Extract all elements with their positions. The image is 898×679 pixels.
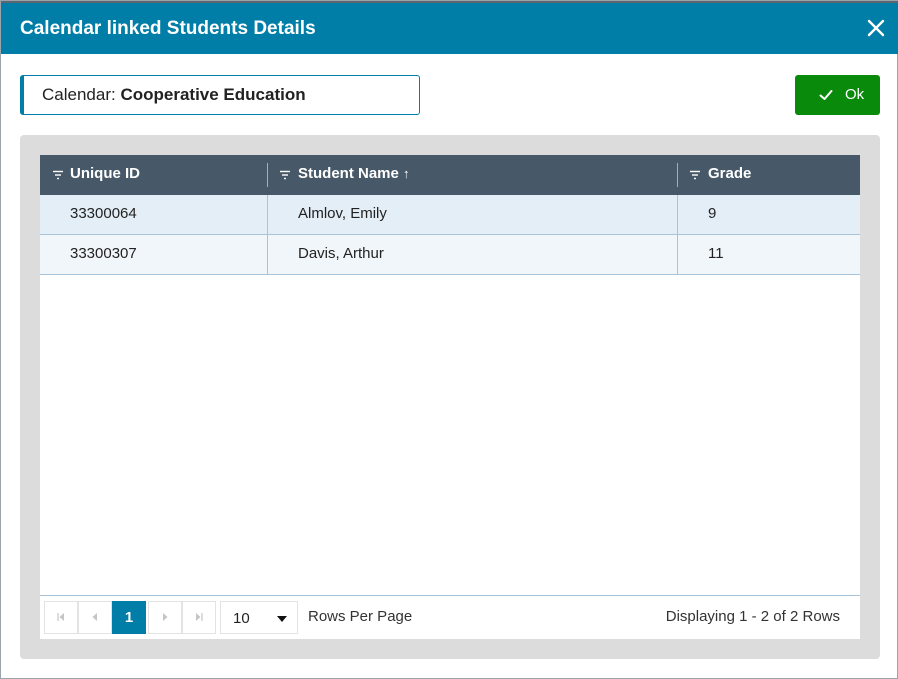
grid-header: Unique ID Student Name ↑ Grade: [40, 155, 860, 195]
table-row[interactable]: 33300307 Davis, Arthur 11: [40, 235, 860, 275]
cell-student-name: Almlov, Emily: [298, 205, 387, 222]
next-page-button[interactable]: [148, 601, 182, 634]
rows-per-page-label: Rows Per Page: [308, 608, 413, 625]
page-size-value: 10: [233, 610, 250, 627]
last-page-button[interactable]: [182, 601, 216, 634]
cell-grade: 11: [708, 245, 724, 262]
dialog: Calendar linked Students Details Calenda…: [0, 0, 898, 679]
prev-page-button[interactable]: [78, 601, 112, 634]
close-icon: [867, 19, 885, 37]
column-label-student-name: Student Name ↑: [298, 165, 410, 182]
filter-icon[interactable]: [52, 169, 64, 181]
filter-icon[interactable]: [279, 169, 291, 181]
next-page-icon: [163, 613, 168, 622]
row-divider: [677, 235, 678, 275]
page-size-select[interactable]: 10: [220, 601, 298, 634]
column-label-grade: Grade: [708, 165, 752, 182]
page-button-current[interactable]: 1: [112, 601, 146, 634]
cell-student-name: Davis, Arthur: [298, 245, 384, 262]
prev-page-icon: [92, 613, 97, 622]
column-label-unique-id: Unique ID: [70, 165, 140, 182]
ok-button-label: Ok: [845, 86, 865, 103]
cell-grade: 9: [708, 205, 717, 222]
calendar-field: Calendar: Cooperative Education: [20, 75, 420, 115]
first-page-button[interactable]: [44, 601, 78, 634]
dialog-title: Calendar linked Students Details: [20, 18, 316, 39]
sort-ascending-icon: ↑: [403, 166, 410, 181]
close-button[interactable]: [865, 17, 887, 39]
grid-panel: Unique ID Student Name ↑ Grade 33300064 …: [20, 135, 880, 659]
calendar-label-text: Calendar:: [42, 85, 116, 104]
filter-icon[interactable]: [689, 169, 701, 181]
cell-unique-id: 33300064: [70, 205, 137, 222]
pager: 1 10 Rows Per Page Displaying 1 - 2 of 2…: [40, 595, 860, 639]
titlebar: Calendar linked Students Details: [1, 3, 898, 54]
students-grid: Unique ID Student Name ↑ Grade 33300064 …: [40, 155, 860, 639]
row-divider: [267, 195, 268, 235]
display-info: Displaying 1 - 2 of 2 Rows: [665, 608, 840, 625]
column-label-student-name-text: Student Name: [298, 165, 399, 182]
table-row[interactable]: 33300064 Almlov, Emily 9: [40, 195, 860, 235]
calendar-label: Calendar: Cooperative Education: [42, 85, 306, 105]
row-divider: [677, 195, 678, 235]
chevron-down-icon: [277, 616, 287, 622]
column-header-grade[interactable]: Grade: [678, 155, 860, 195]
calendar-value: Cooperative Education: [120, 85, 306, 104]
column-header-student-name[interactable]: Student Name ↑: [268, 155, 677, 195]
column-header-unique-id[interactable]: Unique ID: [40, 155, 267, 195]
ok-button[interactable]: Ok: [795, 75, 880, 115]
cell-unique-id: 33300307: [70, 245, 137, 262]
last-page-icon: [196, 613, 203, 622]
first-page-icon: [57, 613, 64, 622]
row-divider: [267, 235, 268, 275]
check-icon: [819, 90, 833, 100]
